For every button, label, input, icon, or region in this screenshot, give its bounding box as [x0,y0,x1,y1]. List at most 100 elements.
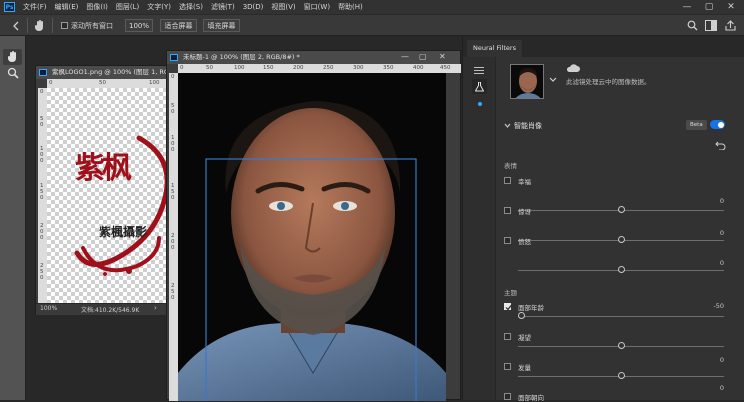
hand-tool-icon[interactable] [7,50,19,63]
menu-file[interactable]: 文件(F) [19,2,51,12]
restore-icon[interactable]: ▢ [698,0,720,14]
filter-list-icon[interactable] [474,66,484,75]
ruler-tick-label: 5 0 [40,116,44,128]
ruler-tick-label: 1 0 0 [171,135,175,153]
checkmark-icon [505,305,512,311]
ruler-tick-label: 1 5 0 [171,183,175,201]
scroll-all-checkbox[interactable] [61,22,68,29]
hand-tool-icon[interactable] [34,19,46,32]
document-area: 紫枫LOGO1.png @ 100% (图层 1, RGB/8) * 0 50 … [26,36,461,401]
checkbox-head-direction[interactable] [504,393,511,400]
menu-help[interactable]: 帮助(H) [334,2,367,12]
minimize-icon[interactable]: — [676,0,698,14]
minimize-icon[interactable]: — [401,52,409,61]
document-title[interactable]: 未标题-1 @ 100% (图层 2, RGB/8#) * [167,51,460,64]
ruler-tick-label: 2 0 0 [171,233,175,251]
close-icon[interactable]: ✕ [439,52,446,61]
menu-filter[interactable]: 滤镜(T) [207,2,239,12]
divider [52,18,53,33]
cloud-icon [566,64,580,72]
menu-window[interactable]: 窗口(W) [300,2,334,12]
tab-neural-filters[interactable]: Neural Filters [467,40,522,57]
logo-canvas[interactable]: 紫枫 紫楓攝影 [47,88,180,303]
document-ps-icon [39,69,47,76]
menu-image[interactable]: 图像(I) [82,2,112,12]
ruler-tick-label: 250 [323,65,334,71]
ruler-tick-label: 0 [40,89,44,95]
preview-thumbnail[interactable] [510,64,544,99]
label-head-direction: 面部朝向 [518,394,544,402]
document-window-logo[interactable]: 紫枫LOGO1.png @ 100% (图层 1, RGB/8) * 0 50 … [35,65,180,315]
label-happiness: 幸福 [518,178,531,186]
menu-layer[interactable]: 图层(L) [112,2,143,12]
restore-icon[interactable]: ▢ [419,52,427,61]
search-icon[interactable] [687,20,698,31]
status-menu-icon[interactable]: › [154,304,157,312]
ruler-tick-label: 400 [413,65,424,71]
fill-screen-button[interactable]: 填充屏幕 [203,19,240,32]
slider-thumb-happiness[interactable] [617,206,625,213]
portrait-photo [178,101,446,401]
reset-icon[interactable] [715,141,726,150]
value-gaze[interactable]: 0 [704,356,724,364]
slider-thumb-gaze[interactable] [617,342,625,349]
zoom-tool-icon[interactable] [7,67,19,79]
tools-panel [0,36,26,400]
status-document-size: 文档:410.2K/546.9K [81,307,140,314]
ruler-tick-label: 50 [99,80,106,86]
options-bar: 滚动所有窗口 100% 适合屏幕 填充屏幕 [0,14,744,36]
ruler-tick-label: 200 [293,65,304,71]
document-title[interactable]: 紫枫LOGO1.png @ 100% (图层 1, RGB/8) * [36,66,179,79]
zoom-100-button[interactable]: 100% [125,19,153,32]
slider-track-face-age[interactable] [518,316,724,317]
logo-artwork [74,135,170,276]
checkbox-surprise[interactable] [504,207,511,214]
neural-filters-panel: Neural Filters 此滤镜处理云中的图像数据。 智能肖像 Beta 表… [462,36,744,402]
menu-edit[interactable]: 编辑(E) [51,2,83,12]
menu-select[interactable]: 选择(S) [175,2,207,12]
slider-thumb-face-age[interactable] [518,312,525,319]
vertical-ruler: 0 5 0 1 0 0 1 5 0 2 0 0 2 5 0 [169,73,178,401]
share-icon[interactable] [725,20,736,31]
ruler-tick-label: 100 [149,80,160,86]
filter-toggle[interactable] [710,120,725,129]
home-back-icon[interactable] [12,21,20,31]
ruler-tick-label: 0 [49,80,53,86]
value-face-age[interactable]: -50 [704,302,724,310]
menu-type[interactable]: 文字(Y) [143,2,175,12]
value-happiness[interactable]: 0 [704,197,724,205]
slider-thumb-surprise[interactable] [617,236,625,243]
document-window-portrait[interactable]: 未标题-1 @ 100% (图层 2, RGB/8#) * — ▢ ✕ 0 50… [166,50,461,401]
value-hair-thickness[interactable]: 0 [704,384,724,392]
menu-3d[interactable]: 3D(D) [239,3,268,11]
checkbox-anger[interactable] [504,237,511,244]
flask-icon [475,82,484,92]
active-dot [478,102,482,106]
section-theme: 主题 [504,289,517,297]
checkbox-hair-thickness[interactable] [504,363,511,370]
chevron-down-icon[interactable] [549,77,557,83]
document-status-bar: 100% 文档:410.2K/546.9K › [36,303,179,315]
ruler-tick-label: 1 0 0 [40,146,44,164]
menu-view[interactable]: 视图(V) [267,2,299,12]
ruler-tick-label: 5 0 [171,103,175,115]
checkbox-happiness[interactable] [504,177,511,184]
status-zoom[interactable]: 100% [40,305,57,312]
slider-thumb-anger[interactable] [617,266,625,273]
ruler-tick-label: 2 5 0 [40,263,44,281]
label-surprise: 惊讶 [518,208,531,216]
workspace-icon[interactable] [705,20,717,31]
close-icon[interactable]: ✕ [720,0,742,14]
value-anger[interactable]: 0 [704,259,724,267]
value-surprise[interactable]: 0 [704,229,724,237]
vertical-ruler: 0 5 0 1 0 0 1 5 0 2 0 0 2 5 0 [38,88,47,303]
portrait-canvas[interactable] [178,73,446,401]
toggle-knob [718,121,724,128]
fit-screen-button[interactable]: 适合屏幕 [160,19,197,32]
ruler-tick-label: 50 [206,65,213,71]
checkbox-gaze[interactable] [504,333,511,340]
checkbox-face-age[interactable] [504,303,512,311]
chevron-down-icon[interactable] [504,123,511,129]
slider-thumb-hair-thickness[interactable] [617,372,625,379]
ruler-tick-label: 2 5 0 [171,283,175,301]
